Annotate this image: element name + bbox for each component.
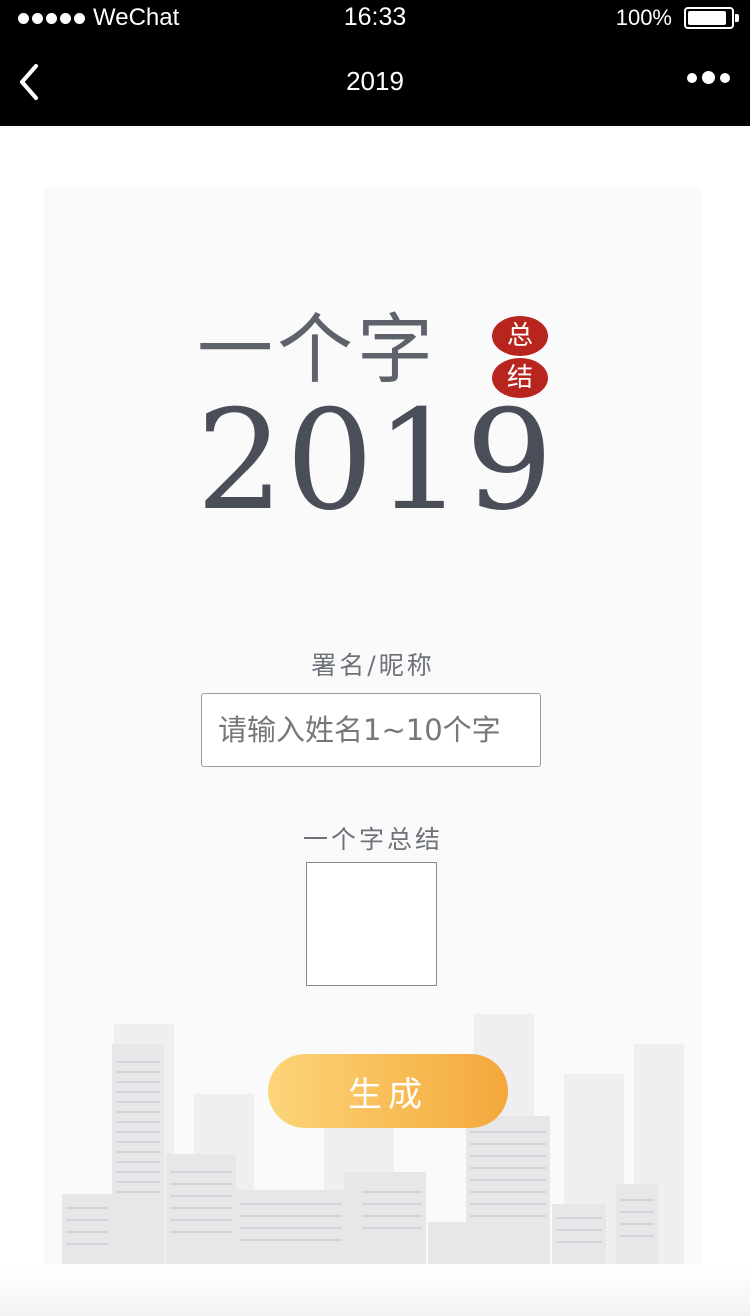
word-label: 一个字总结 bbox=[302, 825, 443, 854]
generate-button[interactable]: 生成 bbox=[268, 1054, 508, 1128]
more-button[interactable] bbox=[687, 71, 730, 84]
nav-bar: 2019 bbox=[0, 36, 750, 126]
city-skyline-illustration bbox=[62, 1014, 684, 1264]
seal-top-char: 总 bbox=[492, 316, 548, 356]
name-input[interactable] bbox=[201, 693, 541, 767]
poster-title: 一个字 bbox=[197, 305, 437, 394]
battery-percent: 100% bbox=[615, 5, 672, 30]
battery-fill bbox=[688, 11, 726, 25]
battery-icon bbox=[684, 7, 739, 29]
poster-year: 2019 bbox=[196, 380, 556, 541]
nav-title: 2019 bbox=[346, 66, 404, 96]
word-input[interactable] bbox=[306, 862, 437, 986]
more-dots-icon bbox=[687, 72, 697, 83]
poster-card: 一个字 总 结 2019 署名/昵称 一个字总结 生成 bbox=[44, 188, 702, 1264]
status-right: 100% bbox=[615, 4, 739, 32]
status-bar: WeChat 16:33 100% bbox=[0, 0, 750, 36]
bottom-shadow bbox=[0, 1268, 750, 1316]
name-label: 署名/昵称 bbox=[311, 651, 435, 680]
